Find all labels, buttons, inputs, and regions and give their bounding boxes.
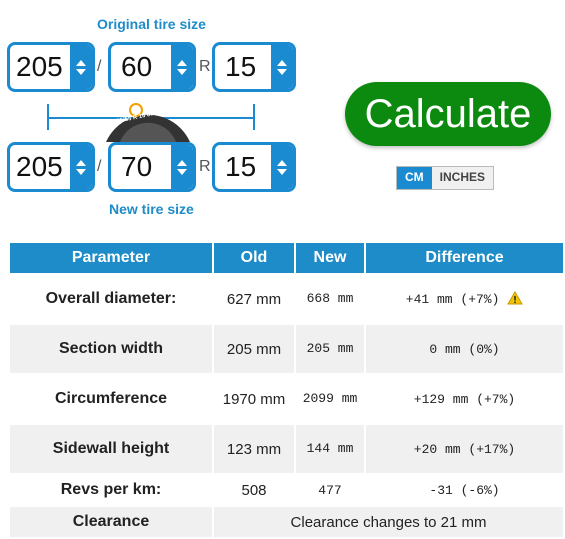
row-difference: +20 mm (+17%) [366,425,563,473]
row-parameter: Clearance [10,507,212,537]
row-difference: +41 mm (+7%) [366,275,563,323]
slash-separator: / [97,158,102,175]
new-width-value: 205 [16,151,63,182]
row-parameter: Section width [10,325,212,373]
row-parameter: Overall diameter: [45,290,177,307]
original-ratio-select[interactable]: 60 [108,42,196,92]
row-new: 668 mm [306,291,354,306]
row-parameter: Circumference [54,390,168,407]
units-toggle: CM INCHES [396,166,495,190]
units-inches-button[interactable]: INCHES [431,167,494,189]
row-new: 144 mm [296,425,364,473]
row-new: 2099 mm [302,391,358,406]
r-separator: R [199,158,211,175]
table-row: Revs per km: 508 477 -31 (-6%) [10,475,563,505]
select-arrows-icon [171,145,193,189]
row-old: 205 mm [214,325,294,373]
table-row: Clearance Clearance changes to 21 mm [10,507,563,537]
original-width-value: 205 [16,51,63,82]
original-rim-value: 15 [225,51,257,82]
r-separator: R [199,58,211,75]
row-new: 477 [318,482,342,498]
table-row: Section width 205 mm 205 mm 0 mm (0%) [10,325,563,373]
new-rim-value: 15 [225,151,257,182]
original-tire-size-label: Original tire size [97,16,206,32]
row-old: 627 mm [226,290,282,308]
slash-separator: / [97,58,102,75]
row-parameter: Sidewall height [10,425,212,473]
original-rim-select[interactable]: 15 [212,42,296,92]
warning-icon [507,291,524,305]
new-rim-select[interactable]: 15 [212,142,296,192]
select-arrows-icon [70,45,92,89]
new-width-select[interactable]: 205 [7,142,95,192]
select-arrows-icon [271,45,293,89]
select-arrows-icon [171,45,193,89]
header-new: New [296,243,364,273]
row-parameter: Revs per km: [60,481,162,498]
units-cm-button[interactable]: CM [397,167,432,189]
results-table: Parameter Old New Difference Overall dia… [8,241,565,539]
row-difference: -31 (-6%) [429,482,500,498]
row-old: 123 mm [214,425,294,473]
row-new: 205 mm [296,325,364,373]
select-arrows-icon [271,145,293,189]
table-row: Sidewall height 123 mm 144 mm +20 mm (+1… [10,425,563,473]
header-difference: Difference [366,243,563,273]
new-ratio-value: 70 [121,151,153,182]
new-ratio-select[interactable]: 70 [108,142,196,192]
row-difference-value: +41 mm (+7%) [405,292,500,307]
header-old: Old [214,243,294,273]
row-old: 1970 mm [222,390,286,408]
new-tire-size-label: New tire size [109,201,194,217]
header-parameter: Parameter [10,243,212,273]
original-ratio-value: 60 [121,51,153,82]
select-arrows-icon [70,145,92,189]
table-row: Overall diameter: 627 mm 668 mm +41 mm (… [10,275,563,323]
row-old: 508 [241,481,267,499]
original-width-select[interactable]: 205 [7,42,95,92]
calculate-button[interactable]: Calculate [345,82,551,146]
row-difference: +129 mm (+7%) [413,391,516,407]
row-difference: 0 mm (0%) [366,325,563,373]
table-row: Circumference 1970 mm 2099 mm +129 mm (+… [10,375,563,423]
clearance-text: Clearance changes to 21 mm [214,507,563,537]
